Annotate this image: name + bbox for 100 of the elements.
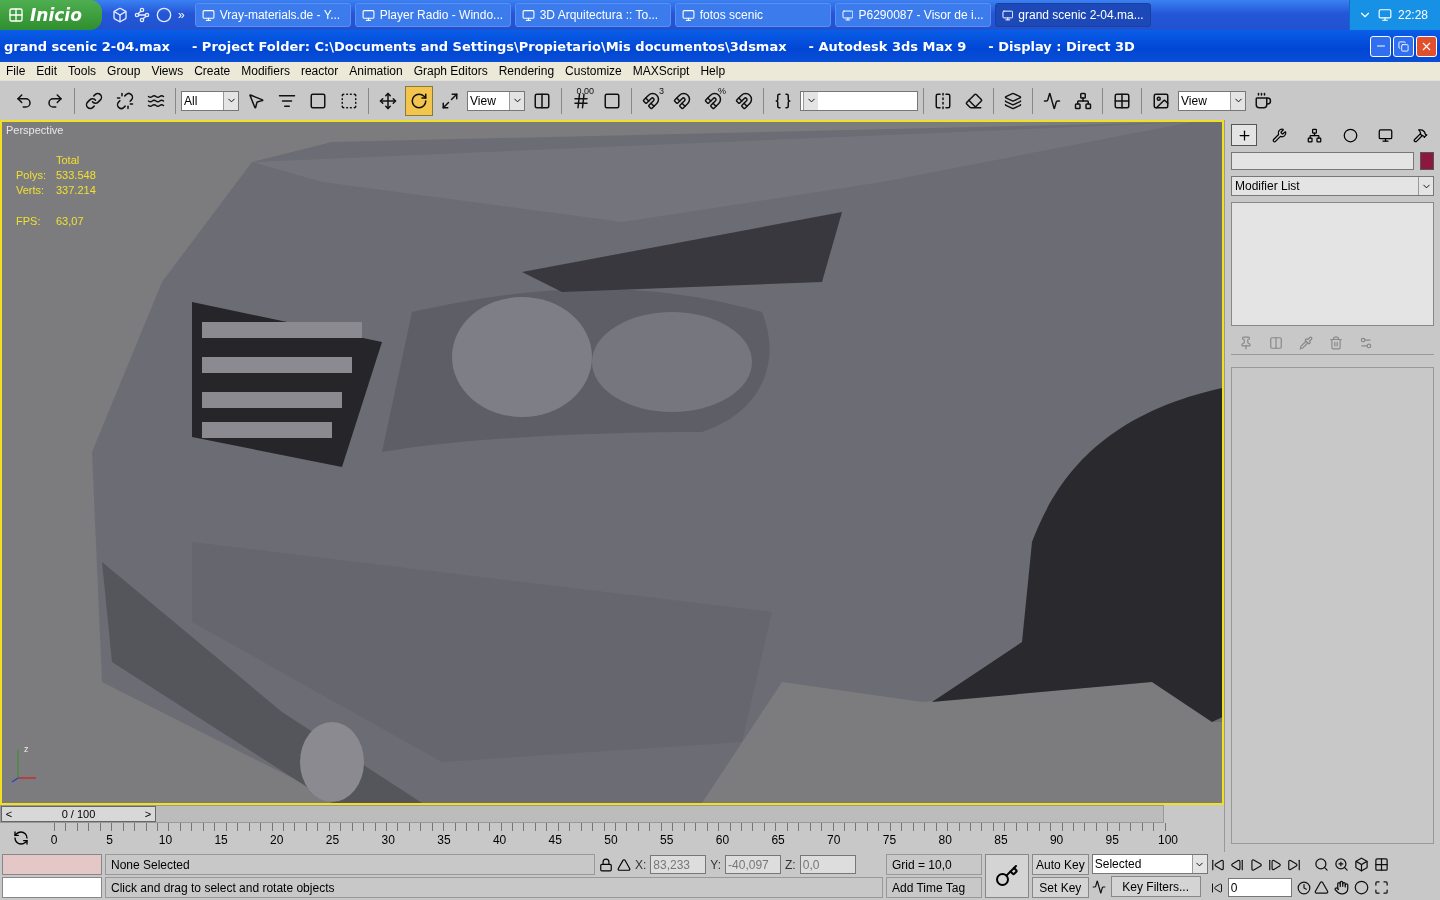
cube-icon[interactable] bbox=[1353, 857, 1369, 872]
menu-item[interactable]: Customize bbox=[561, 64, 629, 78]
frame-label: 25 bbox=[325, 833, 340, 847]
object-name-field[interactable] bbox=[1231, 152, 1414, 170]
number-button[interactable]: 0.00 bbox=[567, 85, 595, 116]
menu-item[interactable]: Views bbox=[147, 64, 191, 78]
object-color-swatch[interactable] bbox=[1420, 152, 1434, 170]
menu-item[interactable]: reactor bbox=[296, 64, 346, 78]
slider-thumb[interactable]: < 0 / 100 > bbox=[1, 806, 156, 822]
play-icon[interactable] bbox=[1248, 857, 1263, 872]
menu-item[interactable]: Modifiers bbox=[237, 64, 297, 78]
menu-item[interactable]: File bbox=[2, 64, 33, 78]
create-tab[interactable] bbox=[1231, 124, 1257, 146]
go-to-end-icon[interactable] bbox=[1286, 857, 1301, 872]
frame-label: 50 bbox=[604, 833, 618, 847]
add-time-tag-button[interactable]: Add Time Tag bbox=[886, 877, 982, 898]
current-frame-field[interactable]: 0 bbox=[1227, 878, 1292, 897]
project-folder: - Project Folder: C:\Documents and Settings\Propietario\Mis documentos\3dsmax bbox=[191, 38, 787, 54]
frame-label: 5 bbox=[106, 833, 114, 847]
z-coordinate-field[interactable]: 0,0 bbox=[799, 855, 856, 874]
stat-label: Verts: bbox=[16, 184, 46, 196]
set-key-button[interactable]: Set Key bbox=[1032, 877, 1089, 898]
viewport[interactable]: Perspective Total Polys: 533.548 Verts: 337.214 FPS: 63,07 z bbox=[0, 120, 1224, 805]
zoom-in-icon[interactable] bbox=[1333, 857, 1349, 872]
go-to-start-icon[interactable] bbox=[1210, 857, 1225, 872]
minimize-button[interactable] bbox=[1370, 35, 1391, 57]
key-filters-button[interactable]: Key Filters... bbox=[1110, 876, 1201, 897]
frame-counter: 0 / 100 bbox=[60, 808, 97, 820]
circle-icon[interactable] bbox=[156, 7, 172, 23]
magnet-button[interactable]: 3 bbox=[637, 85, 665, 116]
axis-tripod-drawing: z bbox=[10, 744, 40, 784]
scale-icon bbox=[441, 91, 459, 110]
set-key-button[interactable] bbox=[985, 854, 1029, 898]
nodes-icon[interactable] bbox=[134, 7, 150, 23]
next-frame-button[interactable]: > bbox=[141, 807, 155, 821]
next-frame-icon[interactable] bbox=[1267, 857, 1282, 872]
move-icon bbox=[379, 91, 397, 110]
square-icon bbox=[603, 91, 621, 110]
menu-item[interactable]: Rendering bbox=[494, 64, 562, 78]
selection-status: None Selected bbox=[105, 854, 595, 875]
previous-frame-button[interactable]: < bbox=[2, 807, 16, 821]
curve-icon[interactable] bbox=[1091, 879, 1106, 894]
stats-header: Total bbox=[56, 154, 81, 166]
rotate-icon bbox=[410, 91, 428, 110]
clock-icon[interactable] bbox=[1296, 880, 1311, 895]
frame-label: 70 bbox=[827, 833, 841, 847]
magnet-button[interactable]: % bbox=[699, 85, 727, 116]
key-mode-dropdown[interactable]: Selected bbox=[1091, 854, 1208, 874]
stat-label: Polys: bbox=[16, 169, 47, 181]
dropdown[interactable]: View bbox=[1178, 90, 1246, 111]
taskbar-button[interactable]: grand scenic 2-04.ma... bbox=[994, 3, 1151, 27]
render-icon bbox=[1152, 91, 1170, 110]
modifier-stack[interactable] bbox=[1231, 202, 1434, 326]
clock: 22:28 bbox=[1397, 8, 1428, 22]
stat-label: FPS: bbox=[16, 215, 42, 227]
menu-item[interactable]: Edit bbox=[32, 64, 65, 78]
dropdown[interactable]: All bbox=[181, 90, 239, 111]
lock-icon[interactable] bbox=[599, 857, 613, 872]
grid-size: Grid = 10,0 bbox=[886, 854, 982, 875]
modifier-list-dropdown[interactable]: Modifier List bbox=[1231, 176, 1434, 196]
menu-item[interactable]: Graph Editors bbox=[409, 64, 495, 78]
triangle-icon[interactable] bbox=[1313, 880, 1329, 895]
menu-item[interactable]: Group bbox=[103, 64, 148, 78]
auto-key-button[interactable]: Auto Key bbox=[1032, 854, 1089, 875]
zoom-icon[interactable] bbox=[1313, 857, 1329, 872]
z-label: Z: bbox=[785, 857, 796, 872]
taskbar-button[interactable]: P6290087 - Visor de i... bbox=[834, 3, 991, 27]
grid-icon[interactable] bbox=[1373, 857, 1389, 872]
taskbar-button[interactable]: Vray-materials.de - Y... bbox=[194, 3, 351, 27]
menu-item[interactable]: Animation bbox=[345, 64, 410, 78]
restore-button[interactable] bbox=[1393, 35, 1414, 57]
dropdown[interactable] bbox=[800, 90, 918, 111]
menu-item[interactable]: Create bbox=[190, 64, 238, 78]
viewport-label[interactable]: Perspective bbox=[6, 124, 64, 136]
display-mode: - Display : Direct 3D bbox=[988, 38, 1135, 54]
curve-icon bbox=[1043, 91, 1061, 110]
magnet-icon bbox=[735, 91, 753, 110]
pointer-icon bbox=[247, 91, 265, 110]
menu-item[interactable]: Help bbox=[696, 64, 733, 78]
frame-label: 35 bbox=[437, 833, 451, 847]
taskbar-button[interactable]: fotos scenic bbox=[674, 3, 831, 27]
maxscript-input-box[interactable] bbox=[2, 877, 102, 898]
close-button[interactable] bbox=[1416, 35, 1437, 57]
taskbar-button[interactable]: Player Radio - Windo... bbox=[354, 3, 511, 27]
frame-label: 75 bbox=[882, 833, 897, 847]
time-slider[interactable]: < 0 / 100 > bbox=[0, 805, 1164, 823]
menu-item[interactable]: Tools bbox=[64, 64, 104, 78]
maximize-icon[interactable] bbox=[1373, 880, 1389, 895]
frame-label: 55 bbox=[660, 833, 674, 847]
previous-frame-icon[interactable] bbox=[1229, 857, 1244, 872]
pan-icon[interactable] bbox=[1333, 880, 1349, 895]
dropdown[interactable]: View bbox=[467, 90, 525, 111]
key-icon bbox=[995, 864, 1019, 888]
rotate-button[interactable] bbox=[405, 85, 433, 116]
swap-icon[interactable] bbox=[13, 829, 29, 846]
menu-item[interactable]: MAXScript bbox=[628, 64, 697, 78]
triangle-icon[interactable] bbox=[617, 857, 631, 872]
frame-label: 10 bbox=[158, 833, 173, 847]
more-chevron[interactable]: » bbox=[178, 8, 185, 22]
taskbar-button[interactable]: 3D Arquitectura :: To... bbox=[514, 3, 671, 27]
